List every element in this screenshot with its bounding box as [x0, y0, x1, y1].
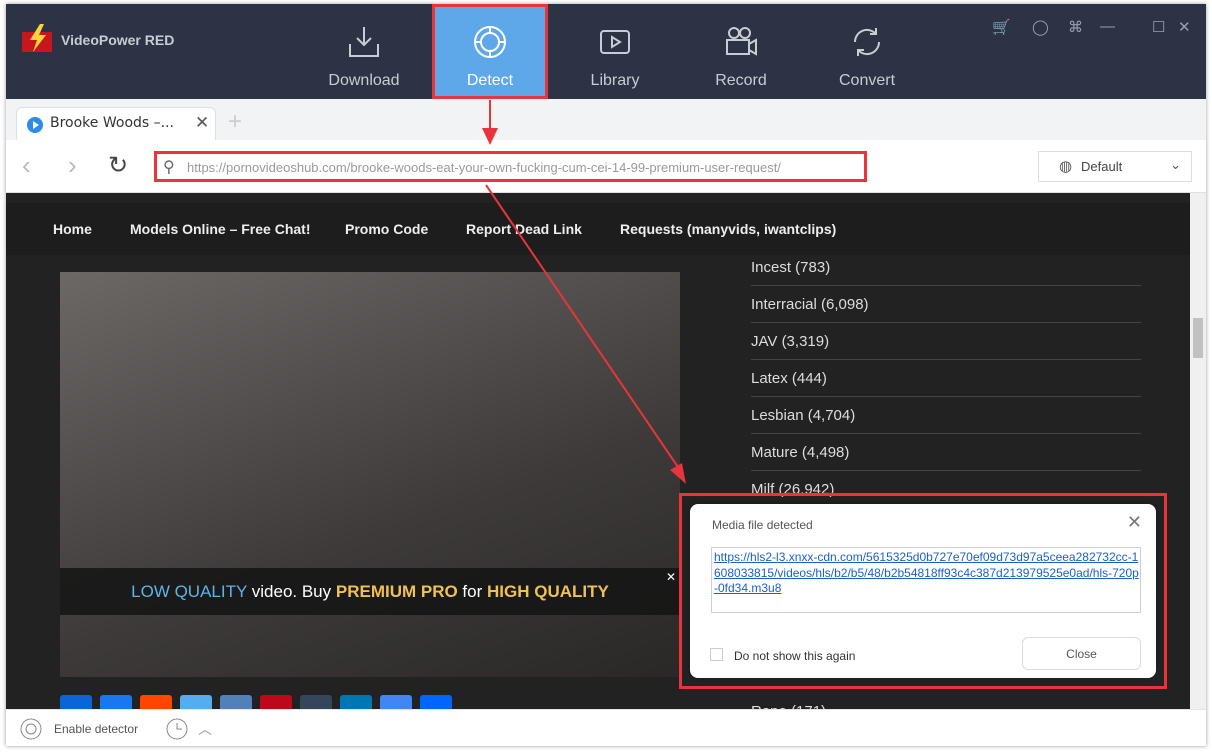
annotation-arrows [482, 100, 686, 484]
